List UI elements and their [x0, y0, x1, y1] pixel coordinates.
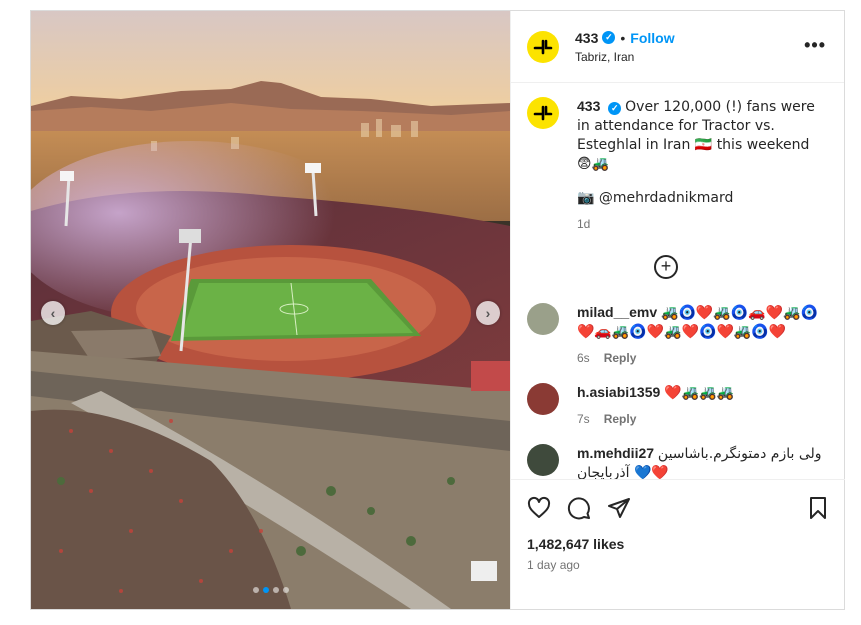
commenter-avatar[interactable] — [527, 383, 559, 415]
433-logo-icon — [533, 39, 553, 54]
post-image[interactable]: ‹ › — [31, 11, 510, 609]
photo-credit[interactable]: 📷 @mehrdadnikmard — [577, 189, 823, 207]
comment-text: ❤️🚜🚜🚜 — [664, 385, 734, 401]
reply-button[interactable]: Reply — [604, 410, 637, 428]
caption-username[interactable]: 433 — [577, 98, 600, 114]
stadium-photo — [31, 11, 510, 609]
share-paper-plane-icon[interactable] — [607, 496, 631, 525]
instagram-post: ‹ › 433 ✓ • Follow Tabriz, Iran ••• 433 … — [30, 10, 845, 610]
likes-count[interactable]: 1,482,647 likes — [527, 536, 829, 552]
comment-time[interactable]: 6s — [577, 349, 590, 367]
post-time[interactable]: 1 day ago — [527, 558, 829, 572]
post-side-panel: 433 ✓ • Follow Tabriz, Iran ••• 433 ✓ Ov… — [510, 11, 845, 609]
comment-username[interactable]: milad__emv — [577, 304, 657, 320]
comment-row: h.asiabi1359 ❤️🚜🚜🚜 7s Reply — [527, 383, 829, 428]
comment-row: milad__emv 🚜🧿❤️🚜🧿🚗❤️🚜🧿 ❤️🚗🚜🧿❤️🚜❤️🧿❤️🚜🧿❤️… — [527, 303, 829, 367]
more-options-icon[interactable]: ••• — [804, 35, 826, 56]
433-logo-icon — [533, 105, 553, 121]
like-heart-icon[interactable] — [527, 496, 551, 525]
verified-badge-icon: ✓ — [608, 102, 622, 115]
carousel-dot — [252, 587, 259, 593]
caption-time[interactable]: 1d — [577, 215, 590, 233]
caption-avatar[interactable] — [527, 97, 559, 129]
follow-button[interactable]: Follow — [630, 30, 674, 46]
carousel-prev-button[interactable]: ‹ — [41, 301, 65, 325]
carousel-dot — [282, 587, 289, 593]
dot-separator: • — [620, 29, 626, 46]
post-header: 433 ✓ • Follow Tabriz, Iran ••• — [511, 11, 844, 83]
reply-button[interactable]: Reply — [604, 349, 637, 367]
verified-badge-icon: ✓ — [602, 31, 616, 44]
comment-username[interactable]: h.asiabi1359 — [577, 384, 660, 400]
comment-bubble-icon[interactable] — [567, 496, 591, 525]
load-more-comments-icon[interactable]: + — [654, 255, 678, 279]
carousel-next-button[interactable]: › — [476, 301, 500, 325]
bookmark-icon[interactable] — [807, 496, 829, 525]
caption-row: 433 ✓ Over 120,000 (!) fans were in atte… — [527, 97, 829, 233]
comment-username[interactable]: m.mehdii27 — [577, 445, 654, 461]
comment-row: m.mehdii27 ولی بازم دمتونگرم.باشاسین آذر… — [527, 444, 829, 479]
comment-time[interactable]: 7s — [577, 410, 590, 428]
comments-section: 433 ✓ Over 120,000 (!) fans were in atte… — [511, 83, 845, 479]
carousel-dot — [272, 587, 279, 593]
account-username[interactable]: 433 — [575, 30, 598, 46]
carousel-dots — [31, 587, 510, 593]
post-actions: 1,482,647 likes 1 day ago — [511, 479, 845, 572]
account-avatar[interactable] — [527, 30, 559, 63]
carousel-dot-active — [262, 587, 269, 593]
commenter-avatar[interactable] — [527, 303, 559, 335]
commenter-avatar[interactable] — [527, 444, 559, 476]
post-location[interactable]: Tabriz, Iran — [575, 50, 675, 64]
